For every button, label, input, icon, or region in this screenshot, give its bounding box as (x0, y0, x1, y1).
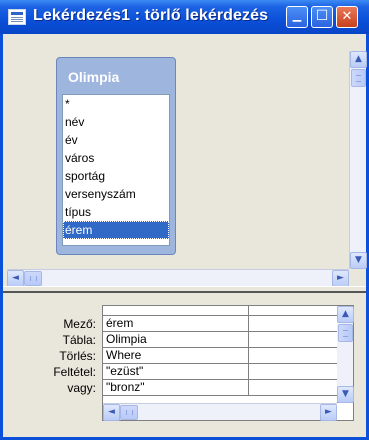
row-label-field: Mező: (63, 317, 96, 331)
scroll-thumb[interactable] (120, 405, 138, 420)
grid-cell-delete[interactable]: Where (103, 348, 249, 364)
field-item[interactable]: típus (63, 203, 169, 221)
row-label-or: vagy: (67, 381, 96, 395)
query-design-window: Lekérdezés1 : törlő lekérdezés ▁ ☐ ✕ Oli… (0, 0, 369, 440)
field-item[interactable]: sportág (63, 167, 169, 185)
field-item-selected[interactable]: érem (63, 221, 169, 239)
close-button[interactable]: ✕ (336, 6, 358, 28)
title-bar[interactable]: Lekérdezés1 : törlő lekérdezés ▁ ☐ ✕ (0, 0, 369, 34)
field-item[interactable]: név (63, 113, 169, 131)
scroll-up-icon[interactable]: ▲ (350, 51, 367, 68)
design-grid-pane: Mező: Tábla: Törlés: Feltétel: vagy: ére… (3, 293, 366, 437)
scroll-thumb[interactable] (24, 271, 42, 286)
grid-cell-field[interactable]: érem (103, 316, 249, 332)
table-field-list-box[interactable]: Olimpia * név év város sportág versenysz… (56, 57, 176, 255)
row-label-delete: Törlés: (59, 349, 96, 363)
maximize-icon: ☐ (315, 8, 329, 24)
scroll-up-icon[interactable]: ▲ (337, 306, 354, 323)
field-item[interactable]: versenyszám (63, 185, 169, 203)
scroll-corner (349, 269, 366, 286)
table-pane: Olimpia * név év város sportág versenysz… (3, 34, 367, 287)
maximize-button[interactable]: ☐ (311, 6, 333, 28)
upper-vertical-scrollbar[interactable]: ▲ ▼ (349, 51, 367, 269)
upper-horizontal-scrollbar[interactable]: ◄ ► (7, 269, 349, 287)
scroll-left-icon[interactable]: ◄ (7, 270, 24, 287)
scroll-right-icon[interactable]: ► (320, 404, 337, 421)
minimize-icon: ▁ (292, 9, 302, 22)
query-design-area: Olimpia * név év város sportág versenysz… (3, 34, 367, 437)
scroll-down-icon[interactable]: ▼ (337, 386, 354, 403)
field-item[interactable]: * (63, 95, 169, 113)
grid-cell-or[interactable]: "bronz" (103, 380, 249, 396)
close-icon: ✕ (341, 9, 353, 24)
table-name: Olimpia (68, 69, 120, 85)
query-icon (8, 9, 26, 25)
window-title: Lekérdezés1 : törlő lekérdezés (33, 7, 269, 24)
pane-splitter[interactable] (3, 286, 366, 293)
field-list[interactable]: * név év város sportág versenyszám típus… (62, 94, 170, 246)
row-label-criteria: Feltétel: (53, 365, 96, 379)
scroll-thumb[interactable] (338, 324, 353, 342)
minimize-button[interactable]: ▁ (286, 6, 308, 28)
scroll-right-icon[interactable]: ► (332, 270, 349, 287)
grid-cell-table[interactable]: Olimpia (103, 332, 249, 348)
scroll-down-icon[interactable]: ▼ (350, 252, 367, 269)
grid-vertical-scrollbar[interactable]: ▲ ▼ (337, 305, 354, 403)
field-item[interactable]: város (63, 149, 169, 167)
scroll-thumb[interactable] (351, 69, 366, 87)
scroll-left-icon[interactable]: ◄ (103, 404, 120, 421)
grid-horizontal-scrollbar[interactable]: ◄ ► (103, 403, 337, 421)
row-label-table: Tábla: (62, 333, 96, 347)
column-selector[interactable] (103, 306, 249, 316)
grid-cell-criteria[interactable]: "ezüst" (103, 364, 249, 380)
field-item[interactable]: év (63, 131, 169, 149)
